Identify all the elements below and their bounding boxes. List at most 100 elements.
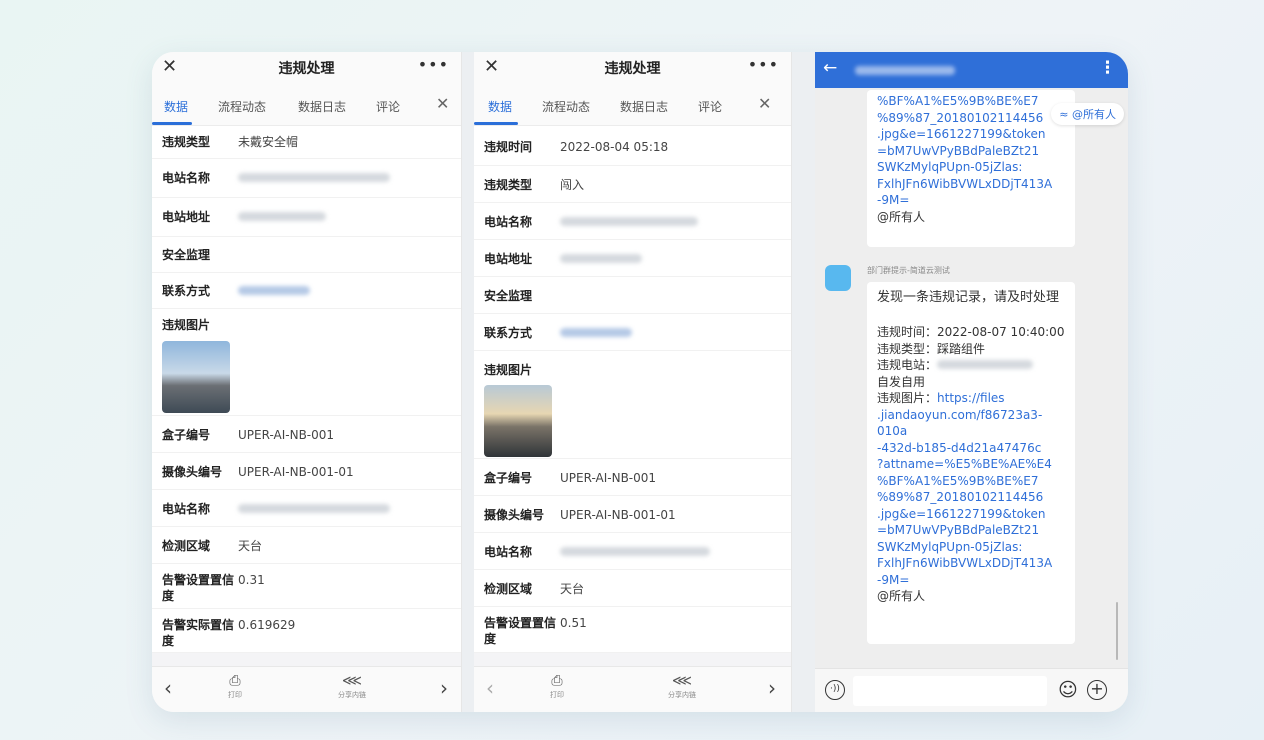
field-row: 电站地址 (474, 240, 791, 277)
field-row: 告警设置置信度 0.51 (474, 607, 791, 653)
field-label: 摄像头编号 (162, 465, 223, 479)
tab-data-log[interactable]: 数据日志 (620, 98, 668, 115)
share-icon: ⋘ (672, 673, 692, 689)
field-row: 摄像头编号 UPER-AI-NB-001-01 (474, 496, 791, 533)
panel-divider (462, 52, 474, 712)
link-line[interactable]: .jpg&e=1661227199&token (877, 126, 1065, 143)
share-link-button[interactable]: ⋘ 分享内链 (338, 673, 366, 700)
chat-input-bar: ·)) ☺ + (815, 668, 1128, 712)
violation-time-line: 违规时间：2022-08-07 10:40:00 (877, 325, 1065, 339)
more-icon[interactable]: ••• (418, 55, 449, 74)
link-line[interactable]: %89%87_20180102114456 (877, 110, 1065, 127)
back-arrow-icon[interactable]: ← (823, 58, 837, 78)
chat-panel: ← ⋮ %BF%A1%E5%9B%BE%E7 %89%87_2018010211… (815, 52, 1128, 712)
field-row: 违规类型 闯入 (474, 166, 791, 203)
record-fields: 违规类型 未戴安全帽 电站名称 电站地址 安全监理 联系方式 违规图片 盒子编号 U… (152, 126, 461, 653)
field-value: 0.31 (238, 573, 265, 587)
link-line[interactable]: FxlhJFn6WibBVWLxDDjT413A (877, 555, 1065, 572)
field-row: 电站名称 (474, 533, 791, 570)
field-row-image: 违规图片 (152, 309, 461, 416)
tab-process[interactable]: 流程动态 (542, 98, 590, 115)
link-line[interactable]: SWKzMylqPUpn-05jZlas: (877, 539, 1065, 556)
field-row: 电站名称 (474, 203, 791, 240)
bottom-toolbar: ‹ ⎙ 打印 ⋘ 分享内链 › (152, 666, 461, 712)
violation-station-line: 违规电站： (877, 357, 1065, 374)
link-line[interactable]: %89%87_20180102114456 (877, 489, 1065, 506)
title-bar: ✕ 违规处理 ••• (474, 52, 791, 84)
next-record-icon[interactable]: › (768, 676, 776, 700)
link-line[interactable]: .jpg&e=1661227199&token (877, 506, 1065, 523)
link-line[interactable]: -9M= (877, 192, 1065, 209)
share-label: 分享内链 (668, 691, 696, 699)
share-label: 分享内链 (338, 691, 366, 699)
active-tab-indicator (474, 122, 518, 125)
field-value: 2022-08-04 05:18 (560, 140, 669, 154)
emoji-icon[interactable]: ☺ (1058, 679, 1078, 701)
field-row: 违规类型 未戴安全帽 (152, 126, 461, 159)
link-line[interactable]: .jiandaoyun.com/f86723a3-010a (877, 407, 1065, 440)
redacted-contact[interactable] (238, 286, 310, 295)
redacted-contact[interactable] (560, 328, 632, 337)
link-line[interactable]: -9M= (877, 572, 1065, 589)
field-value: UPER-AI-NB-001-01 (560, 508, 676, 522)
link-line[interactable]: %BF%A1%E5%9B%BE%E7 (877, 473, 1065, 490)
violation-image-thumbnail[interactable] (484, 385, 552, 457)
link-line[interactable]: =bM7UwVPyBBdPaleBZt21 (877, 143, 1065, 160)
phone-panel-left: ✕ 违规处理 ••• 数据 流程动态 数据日志 评论 ✕ 违规类型 未戴安全帽 电… (152, 52, 462, 712)
image-link[interactable]: https://files (937, 391, 1005, 405)
tab-close-icon[interactable]: ✕ (436, 94, 449, 113)
field-label: 违规图片 (484, 363, 533, 377)
link-line[interactable]: FxlhJFn6WibBVWLxDDjT413A (877, 176, 1065, 193)
page-title: 违规处理 (604, 61, 661, 77)
redacted-value (560, 254, 642, 263)
link-line[interactable]: ?attname=%E5%BE%AE%E4 (877, 456, 1065, 473)
tab-data[interactable]: 数据 (164, 98, 188, 115)
print-button[interactable]: ⎙ 打印 (550, 673, 564, 700)
field-label: 联系方式 (484, 326, 533, 340)
field-row: 摄像头编号 UPER-AI-NB-001-01 (152, 453, 461, 490)
tab-data[interactable]: 数据 (488, 98, 512, 115)
violation-image-thumbnail[interactable] (162, 341, 230, 413)
chat-scrollbar[interactable] (1116, 602, 1118, 660)
field-label: 安全监理 (162, 248, 211, 262)
field-row: 告警设置置信度 0.31 (152, 564, 461, 609)
field-label: 电站地址 (162, 210, 211, 224)
tab-comments[interactable]: 评论 (698, 98, 722, 115)
prev-record-icon[interactable]: ‹ (164, 676, 172, 700)
field-row: 违规时间 2022-08-04 05:18 (474, 126, 791, 166)
field-label: 电站名称 (162, 502, 211, 516)
menu-icon[interactable]: ⋮ (1099, 58, 1116, 78)
field-row: 检测区域 天台 (474, 570, 791, 607)
field-value: UPER-AI-NB-001-01 (238, 465, 354, 479)
next-record-icon[interactable]: › (440, 676, 448, 700)
tab-comments[interactable]: 评论 (376, 98, 400, 115)
share-link-button[interactable]: ⋘ 分享内链 (668, 673, 696, 700)
tab-bar: 数据 流程动态 数据日志 评论 ✕ (152, 84, 461, 126)
print-button[interactable]: ⎙ 打印 (228, 673, 242, 700)
field-row: 联系方式 (152, 273, 461, 309)
redacted-value (238, 212, 326, 221)
prev-record-icon[interactable]: ‹ (486, 676, 494, 700)
mention-all-jump-button[interactable]: ≈ @所有人 (1051, 103, 1124, 125)
field-label: 检测区域 (484, 582, 533, 596)
redacted-station (937, 360, 1034, 369)
add-attachment-icon[interactable]: + (1087, 680, 1107, 700)
sender-name: 部门群提示-简道云测试 (867, 266, 950, 275)
field-value: 闯入 (560, 178, 585, 192)
voice-icon[interactable]: ·)) (825, 680, 845, 700)
tab-data-log[interactable]: 数据日志 (298, 98, 346, 115)
field-value: UPER-AI-NB-001 (238, 428, 335, 442)
field-label: 联系方式 (162, 284, 211, 298)
field-row: 检测区域 天台 (152, 527, 461, 564)
message-input[interactable] (853, 676, 1047, 706)
tab-close-icon[interactable]: ✕ (758, 94, 771, 113)
link-line[interactable]: =bM7UwVPyBBdPaleBZt21 (877, 522, 1065, 539)
panel-divider (792, 52, 815, 712)
tab-process[interactable]: 流程动态 (218, 98, 266, 115)
link-line[interactable]: %BF%A1%E5%9B%BE%E7 (877, 93, 1065, 110)
link-line[interactable]: -432d-b185-d4d21a47476c (877, 440, 1065, 457)
bot-avatar[interactable] (825, 265, 851, 291)
field-label: 安全监理 (484, 289, 533, 303)
more-icon[interactable]: ••• (748, 55, 779, 74)
link-line[interactable]: SWKzMylqPUpn-05jZlas: (877, 159, 1065, 176)
